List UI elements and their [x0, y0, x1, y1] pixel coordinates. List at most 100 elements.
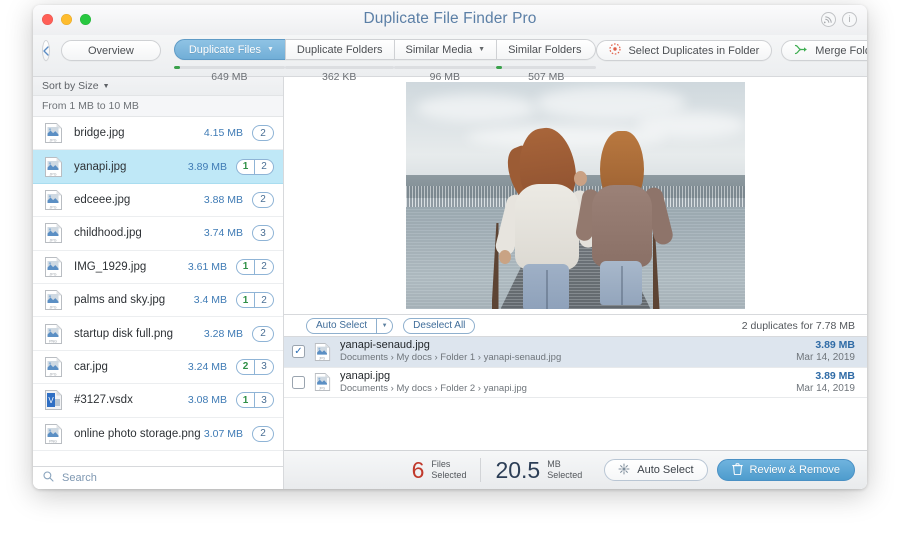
duplicate-count-badge: 2: [252, 191, 274, 208]
file-list-item[interactable]: JPG palms and sky.jpg 3.4 MB 1 2: [33, 283, 283, 318]
person-right: [574, 131, 675, 305]
file-list-item[interactable]: V #3127.vsdx 3.08 MB 1 3: [33, 384, 283, 418]
duplicate-count-badge: 13: [236, 392, 274, 409]
tab-duplicate-folders[interactable]: Duplicate Folders: [284, 39, 394, 60]
status-bar: 6 Files Selected 20.5 MB Selected Auto S…: [284, 450, 867, 489]
duplicate-count-badge: 23: [236, 358, 274, 375]
row-checkbox[interactable]: [292, 375, 305, 389]
search-bar[interactable]: Search: [33, 466, 283, 489]
search-input[interactable]: Search: [62, 472, 97, 484]
file-list-item[interactable]: PNG online photo storage.png 3.07 MB 2: [33, 417, 283, 451]
overview-button[interactable]: Overview: [61, 40, 161, 61]
duplicates-summary: 2 duplicates for 7.78 MB: [741, 319, 855, 332]
info-icon[interactable]: i: [842, 12, 857, 27]
row-file-path: Documents › My docs › Folder 1 › yanapi-…: [340, 352, 562, 364]
file-list-item[interactable]: JPG edceee.jpg 3.88 MB 2: [33, 183, 283, 218]
file-size: 3.89 MB: [187, 160, 227, 173]
jpg-file-icon: JPG: [44, 156, 63, 178]
main-panel: Auto Select ▼ Deselect All 2 duplicates …: [284, 77, 867, 489]
file-name: edceee.jpg: [74, 193, 131, 206]
page-title: Duplicate File Finder Pro: [363, 10, 537, 27]
merge-arrow-icon: [794, 44, 808, 58]
auto-select-split-button[interactable]: Auto Select ▼: [306, 317, 394, 334]
tab-label: Duplicate Folders: [296, 43, 383, 56]
file-name: #3127.vsdx: [74, 394, 133, 407]
png-file-icon: PNG: [44, 423, 63, 445]
review-remove-button[interactable]: Review & Remove: [716, 459, 855, 481]
file-list-item[interactable]: PNG startup disk full.png 3.28 MB 2: [33, 317, 283, 351]
trash-icon: [731, 462, 743, 478]
selection-action-bar: Auto Select ▼ Deselect All 2 duplicates …: [284, 314, 867, 337]
file-list-item[interactable]: JPG car.jpg 3.24 MB 2 3: [33, 350, 283, 385]
tab-similar-media[interactable]: Similar Media ▼: [393, 39, 497, 60]
row-checkbox[interactable]: ✓: [292, 345, 305, 359]
file-list-item[interactable]: JPG childhood.jpg 3.74 MB 3: [33, 217, 283, 251]
file-name: childhood.jpg: [74, 227, 142, 240]
total-count: 2: [260, 194, 266, 206]
file-name: car.jpg: [74, 360, 108, 373]
jpg-file-icon: JPG: [44, 222, 63, 244]
tab-label: Duplicate Files: [188, 43, 261, 56]
file-size: 3.61 MB: [187, 260, 227, 273]
divider: [480, 458, 482, 482]
group-header: From 1 MB to 10 MB: [33, 96, 283, 117]
selected-count: 1: [237, 159, 255, 174]
chevron-down-icon: ▼: [102, 82, 110, 90]
app-body: Sort by Size ▼ From 1 MB to 10 MB JPG bri…: [33, 76, 867, 489]
file-size: 3.07 MB: [203, 427, 243, 440]
size-selected-label-1: MB: [547, 459, 561, 469]
tab-size: 649 MB: [211, 71, 248, 83]
jpg-file-icon: JPG: [314, 372, 331, 392]
tab-duplicate-folders-wrap: Duplicate Folders 362 KB: [284, 39, 394, 83]
deselect-all-label: Deselect All: [413, 320, 466, 331]
person-left: [493, 124, 599, 309]
svg-text:V: V: [48, 396, 54, 405]
chevron-down-icon: ▼: [266, 46, 274, 53]
tab-duplicate-files-wrap: Duplicate Files ▼ 649 MB: [173, 39, 285, 83]
jpg-file-icon: JPG: [44, 189, 63, 211]
total-count: 2: [260, 127, 266, 139]
vsdx-file-icon: V: [44, 389, 63, 411]
file-list-item[interactable]: JPG IMG_1929.jpg 3.61 MB 1 2: [33, 250, 283, 284]
total-count: 2: [261, 261, 267, 273]
tab-similar-folders[interactable]: Similar Folders: [496, 39, 597, 60]
total-count: 2: [261, 294, 267, 306]
jpg-file-icon: JPG: [44, 356, 63, 378]
total-count: 3: [260, 227, 266, 239]
tab-meter: [393, 66, 497, 69]
file-list-item[interactable]: JPG yanapi.jpg 3.89 MB 1 2: [33, 150, 283, 184]
tab-duplicate-files[interactable]: Duplicate Files ▼: [173, 39, 285, 60]
duplicate-row[interactable]: JPG yanapi.jpg Documents › My docs › Folde…: [284, 367, 867, 398]
file-name: IMG_1929.jpg: [74, 260, 147, 273]
tab-meter: [496, 66, 597, 69]
svg-text:JPG: JPG: [50, 172, 57, 176]
row-file-name: yanapi-senaud.jpg: [340, 339, 430, 352]
svg-text:PNG: PNG: [49, 339, 57, 343]
duplicate-count-badge: 2: [252, 125, 274, 142]
tab-meter: [284, 66, 394, 69]
duplicate-count-badge: 12: [236, 292, 274, 309]
jpg-file-icon: JPG: [314, 342, 331, 362]
toolbar-actions: Select Duplicates in Folder Merge Folder…: [596, 40, 867, 61]
select-duplicates-in-folder-button[interactable]: Select Duplicates in Folder: [596, 40, 773, 61]
row-file-name: yanapi.jpg: [340, 369, 391, 382]
duplicate-row[interactable]: ✓ JPG yanapi-senaud.jpg Documents › My docs…: [284, 337, 867, 368]
duplicate-detail-list: ✓ JPG yanapi-senaud.jpg Documents › My docs…: [284, 337, 867, 450]
svg-text:JPG: JPG: [50, 306, 57, 310]
chevron-down-icon[interactable]: ▼: [376, 318, 392, 333]
selected-count: 2: [237, 359, 255, 374]
row-text: yanapi.jpg Documents › My docs › Folder 2…: [340, 370, 796, 395]
back-button[interactable]: [42, 40, 50, 61]
jpg-file-icon: JPG: [44, 289, 63, 311]
merge-folders-button[interactable]: Merge Folders: [781, 40, 867, 61]
file-size: 3.08 MB: [187, 394, 227, 407]
file-list[interactable]: JPG bridge.jpg 4.15 MB 2 JPG yanapi.jpg 3.89 M…: [33, 117, 283, 466]
total-count: 3: [261, 394, 267, 406]
jpg-file-icon: JPG: [44, 256, 63, 278]
png-file-icon: PNG: [44, 323, 63, 345]
auto-select-button[interactable]: Auto Select: [604, 459, 708, 481]
row-file-date: Mar 14, 2019: [796, 382, 855, 394]
deselect-all-button[interactable]: Deselect All: [403, 317, 476, 334]
rss-icon[interactable]: [821, 12, 836, 27]
file-list-item[interactable]: JPG bridge.jpg 4.15 MB 2: [33, 117, 283, 151]
